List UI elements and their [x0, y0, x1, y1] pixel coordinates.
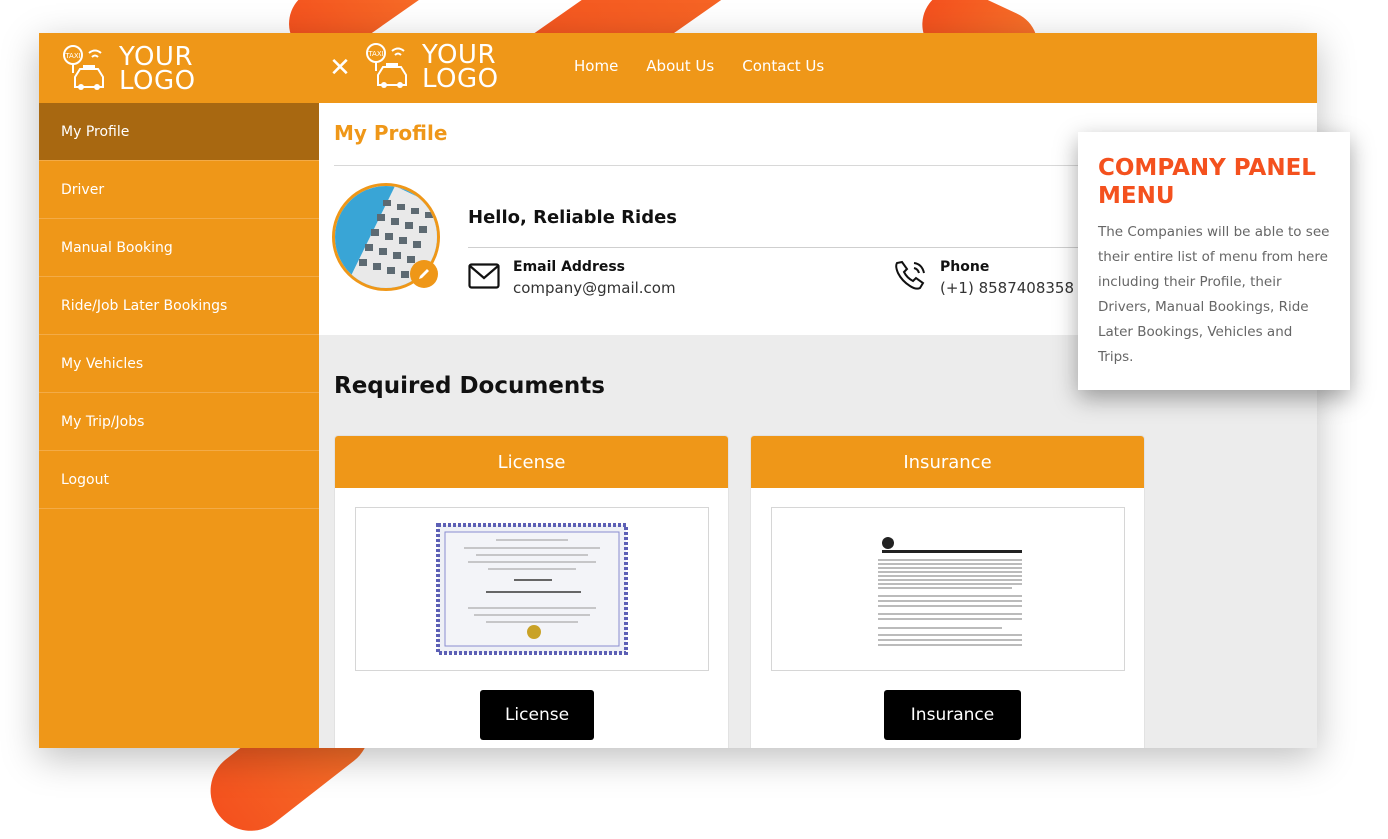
logo-line-2: LOGO — [119, 66, 196, 96]
phone-label: Phone — [940, 259, 990, 275]
email-value: company@gmail.com — [513, 279, 676, 297]
logo-line-2: LOGO — [422, 64, 499, 94]
taxi-logo-icon: TAXI — [366, 43, 407, 88]
header-logo[interactable]: TAXI YOUR LOGO — [364, 41, 499, 93]
screenshot-stage: TAXI YOUR LOGO ✕ TAXI YOUR LOGO Home Abo… — [0, 0, 1388, 839]
sidebar-item-my-vehicles[interactable]: My Vehicles — [39, 335, 319, 393]
callout-body: The Companies will be able to see their … — [1098, 224, 1330, 365]
insurance-card: Insurance Insurance — [750, 435, 1145, 748]
nav-home-link[interactable]: Home — [574, 57, 618, 75]
svg-text:TAXI: TAXI — [64, 52, 80, 60]
sidebar-item-logout[interactable]: Logout — [39, 451, 319, 509]
email-label: Email Address — [513, 259, 626, 275]
nav-contact-link[interactable]: Contact Us — [742, 57, 824, 75]
envelope-icon — [468, 263, 500, 289]
sidebar-item-my-profile[interactable]: My Profile — [39, 103, 319, 161]
certificate-image — [436, 523, 628, 655]
phone-icon — [895, 260, 925, 290]
pencil-icon — [419, 269, 429, 279]
sidebar-item-driver[interactable]: Driver — [39, 161, 319, 219]
svg-text:TAXI: TAXI — [367, 50, 383, 58]
sidebar-item-manual-booking[interactable]: Manual Booking — [39, 219, 319, 277]
taxi-logo-icon: TAXI — [63, 45, 104, 90]
logo-text: YOUR LOGO — [119, 44, 196, 96]
greeting: Hello, Reliable Rides — [468, 207, 678, 228]
logo-text: YOUR LOGO — [422, 42, 499, 94]
edit-avatar-button[interactable] — [410, 260, 438, 288]
insurance-card-header: Insurance — [751, 436, 1144, 488]
company-panel-menu-callout: COMPANY PANEL MENU The Companies will be… — [1078, 132, 1350, 390]
page-title: My Profile — [334, 121, 448, 145]
license-card: License License — [334, 435, 729, 748]
license-button[interactable]: License — [480, 690, 594, 740]
sidebar-item-ride-later-bookings[interactable]: Ride/Job Later Bookings — [39, 277, 319, 335]
top-bar: TAXI YOUR LOGO ✕ TAXI YOUR LOGO Home Abo… — [39, 33, 1317, 103]
sidebar-item-my-trips[interactable]: My Trip/Jobs — [39, 393, 319, 451]
sidebar-menu: My Profile Driver Manual Booking Ride/Jo… — [39, 103, 319, 748]
license-document-thumbnail[interactable] — [355, 507, 709, 671]
nav-about-link[interactable]: About Us — [646, 57, 714, 75]
phone-value: (+1) 8587408358 — [940, 279, 1075, 297]
license-card-header: License — [335, 436, 728, 488]
callout-title: COMPANY PANEL MENU — [1098, 155, 1316, 209]
insurance-button[interactable]: Insurance — [884, 690, 1021, 740]
documents-title: Required Documents — [334, 373, 605, 399]
top-navigation: Home About Us Contact Us — [574, 57, 824, 75]
insurance-document-image — [878, 537, 1022, 646]
sidebar-logo[interactable]: TAXI YOUR LOGO — [61, 43, 196, 95]
insurance-document-thumbnail[interactable] — [771, 507, 1125, 671]
close-icon[interactable]: ✕ — [329, 53, 351, 83]
